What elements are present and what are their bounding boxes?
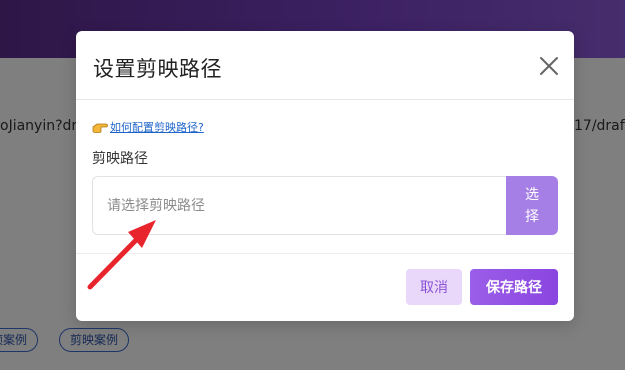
dialog-title: 设置剪映路径: [93, 57, 222, 81]
path-input[interactable]: [92, 176, 506, 235]
close-icon[interactable]: [538, 55, 560, 77]
help-link-label[interactable]: 如何配置剪映路径?: [110, 119, 204, 135]
dialog-header-divider: [76, 99, 574, 100]
save-path-button[interactable]: 保存路径: [470, 269, 558, 305]
select-button[interactable]: 选择: [506, 176, 558, 235]
path-field-label: 剪映路径: [92, 151, 148, 167]
select-button-label: 选择: [525, 186, 539, 225]
dialog-footer-divider: [76, 253, 574, 254]
pointing-hand-icon: [92, 123, 108, 133]
set-path-dialog: 设置剪映路径 如何配置剪映路径? 剪映路径 选择 取消 保存路径: [76, 31, 574, 321]
cancel-button[interactable]: 取消: [406, 269, 462, 305]
help-link[interactable]: 如何配置剪映路径?: [92, 119, 204, 135]
